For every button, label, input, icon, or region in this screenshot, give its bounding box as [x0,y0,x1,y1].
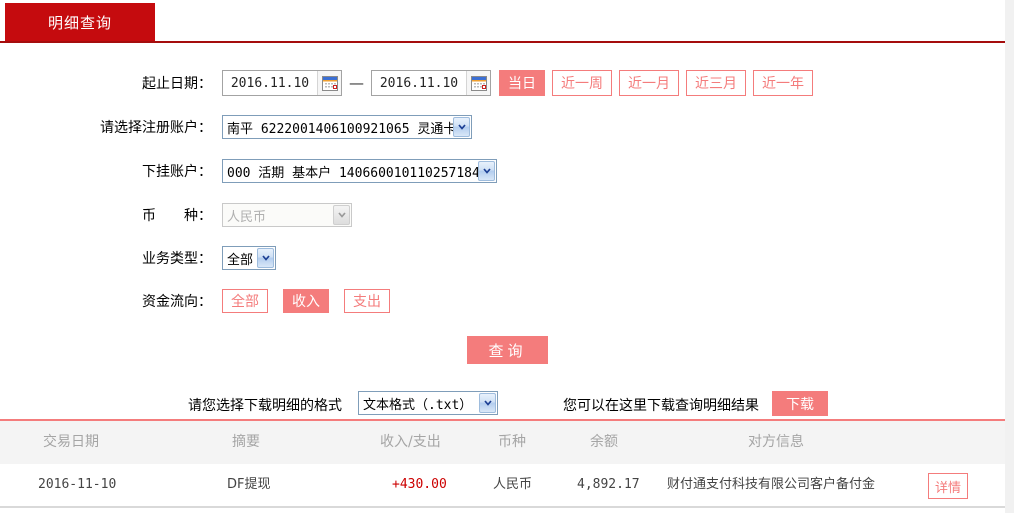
header-summary: 摘要 [232,434,260,450]
calendar-icon [470,75,487,91]
fund-flow-row: 资金流向： 全部 收入 支出 [0,289,397,313]
download-format-value: 文本格式（.txt） [363,397,473,413]
register-account-select[interactable]: 南平 6222001406100921065 灵通卡 [222,115,472,139]
cell-amount: +430.00 [392,477,447,492]
start-date-calendar-button[interactable] [317,71,341,95]
cell-currency: 人民币 [493,477,533,492]
register-account-label: 请选择注册账户： [100,120,212,136]
tab-underline [0,41,1005,43]
sub-account-label: 下挂账户： [142,164,212,180]
register-account-value: 南平 6222001406100921065 灵通卡 [227,121,453,137]
date-range-row: 起止日期： 2016.11.10 — 2016.11.10 当日 近一周 近一月… [0,70,820,96]
dropdown-arrow-icon [478,161,495,181]
sub-account-row: 下挂账户： 000 活期 基本户 1406600101102571848 [0,159,497,183]
fund-flow-expense-button[interactable]: 支出 [344,289,390,313]
start-date-input[interactable]: 2016.11.10 [222,70,342,96]
currency-select: 人民币 [222,203,352,227]
business-type-value: 全部 [227,252,254,268]
download-format-label: 请您选择下载明细的格式 [188,398,342,414]
end-date-value: 2016.11.10 [379,75,459,91]
cell-transaction-date: 2016-11-10 [38,477,117,492]
fund-flow-label: 资金流向： [142,294,212,310]
quick-range-today-button[interactable]: 当日 [499,70,545,96]
calendar-icon [321,75,338,91]
start-date-value: 2016.11.10 [230,75,310,91]
sub-account-select[interactable]: 000 活期 基本户 1406600101102571848 [222,159,497,183]
currency-value: 人民币 [227,209,267,225]
currency-label: 币 种： [142,208,212,224]
date-range-label: 起止日期： [142,76,212,92]
table-header: 交易日期 摘要 收入/支出 币种 余额 对方信息 [0,421,1005,464]
register-account-row: 请选择注册账户： 南平 6222001406100921065 灵通卡 [0,115,472,139]
dropdown-arrow-icon [333,205,350,225]
business-type-select[interactable]: 全部 [222,246,276,270]
header-income-expense: 收入/支出 [380,434,441,450]
end-date-calendar-button[interactable] [466,71,490,95]
download-format-select[interactable]: 文本格式（.txt） [358,391,498,415]
business-type-label: 业务类型： [142,251,212,267]
header-balance: 余额 [590,434,618,450]
tab-detail-query[interactable]: 明细查询 [5,3,155,41]
cell-counterparty: 财付通支付科技有限公司客户备付金 [667,477,876,492]
download-row: 请您选择下载明细的格式 文本格式（.txt） 您可以在这里下载查询明细结果 下载 [0,391,1005,417]
fund-flow-all-button[interactable]: 全部 [222,289,268,313]
header-transaction-date: 交易日期 [43,434,99,450]
end-date-input[interactable]: 2016.11.10 [371,70,491,96]
quick-range-week-button[interactable]: 近一周 [552,70,612,96]
detail-button[interactable]: 详情 [928,473,968,499]
dropdown-arrow-icon [257,248,274,268]
fund-flow-income-button[interactable]: 收入 [283,289,329,313]
date-separator: — [349,74,364,92]
right-gutter [1005,0,1014,513]
quick-range-month-button[interactable]: 近一月 [619,70,679,96]
tab-label: 明细查询 [47,13,112,32]
quick-range-year-button[interactable]: 近一年 [753,70,813,96]
download-hint-text: 您可以在这里下载查询明细结果 [563,398,759,414]
currency-row: 币 种： 人民币 [0,203,352,227]
cell-summary: DF提现 [227,477,271,492]
dropdown-arrow-icon [453,117,470,137]
query-button[interactable]: 查询 [467,336,548,364]
detail-query-page: 明细查询 起止日期： 2016.11.10 — 2016.11.10 当日 近一… [0,0,1005,513]
header-counterparty: 对方信息 [748,434,804,450]
header-currency: 币种 [498,434,526,450]
table-row: 2016-11-10 DF提现 +430.00 人民币 4,892.17 财付通… [0,464,1005,508]
quick-range-3months-button[interactable]: 近三月 [686,70,746,96]
sub-account-value: 000 活期 基本户 1406600101102571848 [227,165,478,181]
business-type-row: 业务类型： 全部 [0,246,276,270]
download-button[interactable]: 下载 [772,391,828,416]
cell-balance: 4,892.17 [577,477,640,492]
dropdown-arrow-icon [479,393,496,413]
